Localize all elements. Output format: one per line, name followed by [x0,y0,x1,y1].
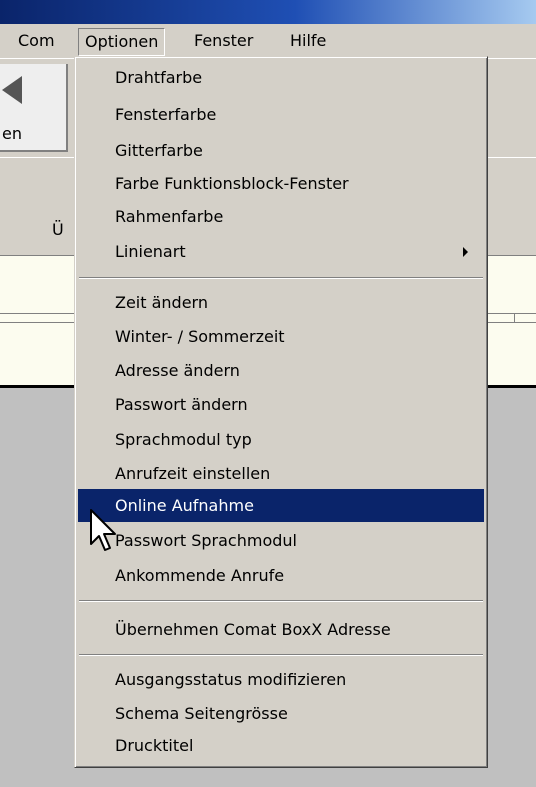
window-titlebar [0,0,536,24]
menu-item-ankommende-anrufe[interactable]: Ankommende Anrufe [78,559,484,592]
menu-item-linienart-label: Linienart [115,242,186,261]
menu-item-rahmenfarbe[interactable]: Rahmenfarbe [78,200,484,233]
toolbar-button-label: en [2,124,22,143]
menu-item-passwort-aendern[interactable]: Passwort ändern [78,388,484,421]
menu-hilfe[interactable]: Hilfe [284,28,332,54]
field-tick [514,313,515,322]
arrow-pointer-icon [90,509,116,551]
menu-item-ausgangsstatus-modifizieren[interactable]: Ausgangsstatus modifizieren [78,663,484,696]
optionen-dropdown-menu: Drahtfarbe Fensterfarbe Gitterfarbe Farb… [74,56,488,768]
menu-optionen[interactable]: Optionen [78,28,166,56]
tool-triangle-icon [2,76,22,104]
menu-item-uebernehmen-comat-boxx-adresse[interactable]: Übernehmen Comat BoxX Adresse [78,613,484,646]
menu-separator [79,277,483,279]
menu-fenster[interactable]: Fenster [188,28,259,54]
menu-item-gitterfarbe[interactable]: Gitterfarbe [78,134,484,167]
menu-item-drucktitel[interactable]: Drucktitel [78,729,484,762]
menu-item-winter-sommerzeit[interactable]: Winter- / Sommerzeit [78,320,484,353]
menu-item-anrufzeit-einstellen[interactable]: Anrufzeit einstellen [78,457,484,490]
menu-item-fensterfarbe[interactable]: Fensterfarbe [78,98,484,131]
menu-separator [79,600,483,602]
menu-item-zeit-aendern[interactable]: Zeit ändern [78,286,484,319]
menu-item-passwort-sprachmodul[interactable]: Passwort Sprachmodul [78,524,484,557]
menu-separator [79,654,483,656]
menu-item-sprachmodul-typ[interactable]: Sprachmodul typ [78,423,484,456]
menu-item-linienart[interactable]: Linienart [78,235,484,268]
menu-item-online-aufnahme[interactable]: Online Aufnahme [78,489,484,522]
menu-item-drahtfarbe[interactable]: Drahtfarbe [78,61,484,94]
panel-label: Ü [52,220,64,239]
menu-item-schema-seitengroesse[interactable]: Schema Seitengrösse [78,697,484,730]
submenu-arrow-icon [463,247,468,257]
menu-com[interactable]: Com [12,28,61,54]
menu-item-farbe-funktionsblock-fenster[interactable]: Farbe Funktionsblock-Fenster [78,167,484,200]
menubar: Com Optionen Fenster Hilfe [0,24,536,59]
menu-item-adresse-aendern[interactable]: Adresse ändern [78,354,484,387]
